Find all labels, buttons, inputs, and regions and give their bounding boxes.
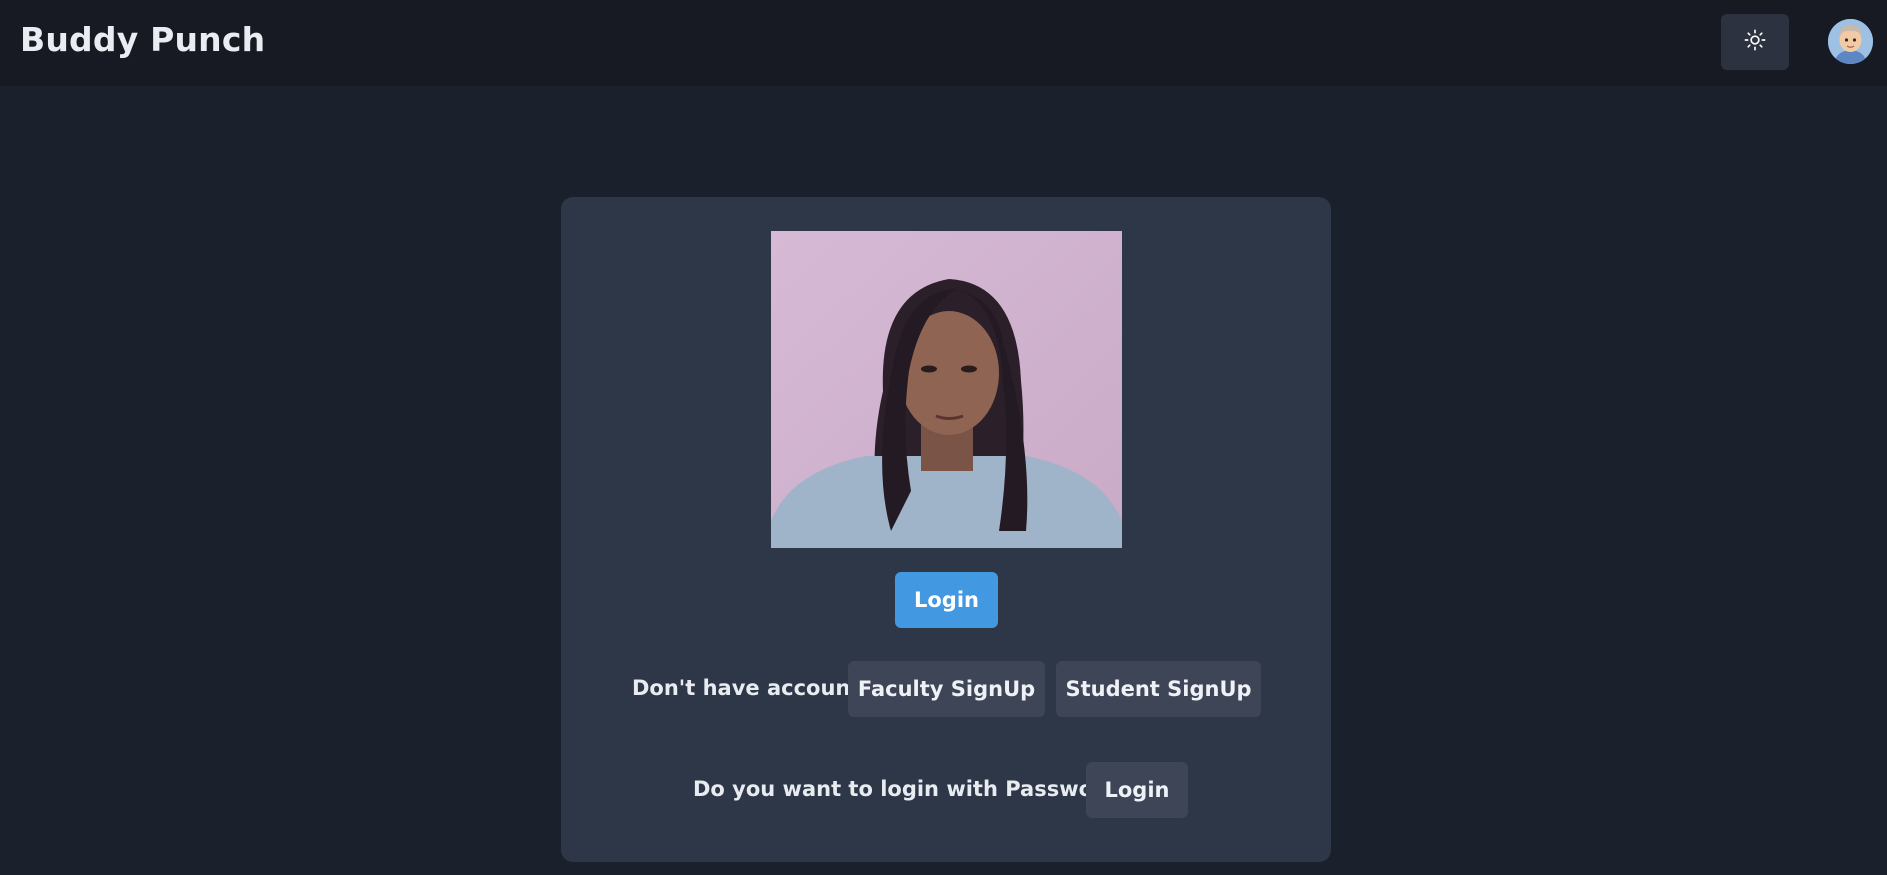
sun-icon <box>1744 29 1766 55</box>
user-avatar[interactable] <box>1828 19 1873 64</box>
faculty-signup-button[interactable]: Faculty SignUp <box>848 661 1045 717</box>
face-login-button[interactable]: Login <box>895 572 998 628</box>
no-account-text: Don't have account? <box>632 676 873 700</box>
login-card: Login Don't have account? Faculty SignUp… <box>561 197 1331 862</box>
brand-title[interactable]: Buddy Punch <box>20 20 265 59</box>
student-signup-button[interactable]: Student SignUp <box>1056 661 1261 717</box>
top-navbar: Buddy Punch <box>0 0 1887 86</box>
password-login-prompt: Do you want to login with Password ? <box>693 777 1138 801</box>
password-login-button[interactable]: Login <box>1086 762 1188 818</box>
webcam-preview <box>771 231 1122 548</box>
theme-toggle-button[interactable] <box>1721 14 1789 70</box>
